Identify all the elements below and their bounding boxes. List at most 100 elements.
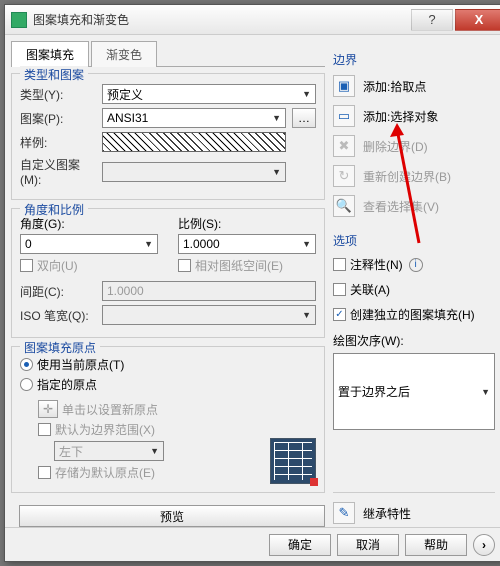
help-button[interactable]: ? bbox=[411, 9, 453, 31]
btn-add-pick-label: 添加:拾取点 bbox=[363, 78, 426, 95]
inherit-icon: ✎ bbox=[333, 502, 355, 524]
click-new-label: 单击以设置新原点 bbox=[62, 401, 158, 418]
label-spacing: 间距(C): bbox=[20, 283, 96, 300]
btn-add-select-label: 添加:选择对象 bbox=[363, 108, 438, 125]
preview-button[interactable]: 预览 bbox=[19, 505, 325, 527]
group-title: 类型和图案 bbox=[20, 66, 88, 83]
combo-angle[interactable]: 0▼ bbox=[20, 234, 158, 254]
btn-inherit[interactable]: ✎ 继承特性 bbox=[333, 499, 495, 527]
help-button-footer[interactable]: 帮助 bbox=[405, 534, 467, 556]
label-custom: 自定义图案(M): bbox=[20, 156, 96, 187]
cancel-button-label: 取消 bbox=[356, 536, 380, 553]
chevron-down-icon: ▼ bbox=[272, 167, 281, 177]
check-relative-label: 相对图纸空间(E) bbox=[195, 257, 283, 274]
chevron-down-icon: ▼ bbox=[481, 387, 490, 397]
tab-gradient[interactable]: 渐变色 bbox=[91, 41, 157, 67]
check-double-label: 双向(U) bbox=[37, 257, 78, 274]
label-iso-pen: ISO 笔宽(Q): bbox=[20, 307, 96, 324]
pick-point-icon: ▣ bbox=[333, 75, 355, 97]
check-assoc[interactable]: 关联(A) bbox=[333, 281, 495, 298]
ok-button-label: 确定 bbox=[288, 536, 312, 553]
check-double[interactable]: 双向(U) bbox=[20, 257, 158, 274]
check-separate[interactable]: ✓创建独立的图案填充(H) bbox=[333, 306, 495, 323]
preview-button-label: 预览 bbox=[160, 508, 184, 525]
recreate-boundary-icon: ↻ bbox=[333, 165, 355, 187]
expand-button[interactable]: › bbox=[473, 534, 495, 556]
ok-button[interactable]: 确定 bbox=[269, 534, 331, 556]
label-draw-order: 绘图次序(W): bbox=[333, 332, 495, 349]
check-separate-label: 创建独立的图案填充(H) bbox=[350, 306, 475, 323]
chevron-right-icon: › bbox=[482, 538, 486, 552]
btn-add-pick[interactable]: ▣ 添加:拾取点 bbox=[333, 72, 495, 100]
combo-type-value: 预定义 bbox=[107, 86, 143, 103]
btn-click-new-origin: ✛单击以设置新原点 bbox=[38, 400, 260, 418]
combo-scale[interactable]: 1.0000 ▼ bbox=[178, 234, 316, 254]
tab-strip: 图案填充 渐变色 bbox=[11, 41, 325, 67]
label-pattern: 图案(P): bbox=[20, 110, 96, 127]
info-icon[interactable]: i bbox=[409, 258, 423, 272]
btn-remove-boundary: ✖ 删除边界(D) bbox=[333, 132, 495, 160]
title-bar: 图案填充和渐变色 ? X bbox=[5, 5, 500, 35]
crosshair-icon: ✛ bbox=[38, 400, 58, 418]
group-title: 角度和比例 bbox=[20, 201, 88, 218]
group-type-pattern: 类型和图案 类型(Y): 预定义▼ 图案(P): ANSI31▼ … 样例: 自… bbox=[11, 73, 325, 200]
check-assoc-label: 关联(A) bbox=[350, 281, 390, 298]
remove-boundary-icon: ✖ bbox=[333, 135, 355, 157]
btn-recreate-label: 重新创建边界(B) bbox=[363, 168, 451, 185]
btn-recreate-boundary: ↻ 重新创建边界(B) bbox=[333, 162, 495, 190]
chevron-down-icon: ▼ bbox=[302, 89, 311, 99]
window-title: 图案填充和渐变色 bbox=[33, 11, 409, 28]
tab-hatch[interactable]: 图案填充 bbox=[11, 41, 89, 67]
combo-origin-pos: 左下 ▼ bbox=[54, 441, 164, 461]
chevron-down-icon: ▼ bbox=[302, 239, 311, 249]
boundary-title: 边界 bbox=[333, 51, 495, 68]
combo-type[interactable]: 预定义 ▼ bbox=[102, 84, 316, 104]
app-icon bbox=[11, 12, 27, 28]
sample-swatch[interactable] bbox=[102, 132, 286, 152]
btn-remove-label: 删除边界(D) bbox=[363, 138, 428, 155]
dialog-footer: 确定 取消 帮助 › bbox=[5, 527, 500, 561]
combo-iso-pen: ▼ bbox=[102, 305, 316, 325]
chevron-down-icon: ▼ bbox=[150, 446, 159, 456]
radio-specified-label: 指定的原点 bbox=[37, 376, 97, 393]
btn-viewsel-label: 查看选择集(V) bbox=[363, 198, 439, 215]
radio-use-current[interactable]: 使用当前原点(T) bbox=[20, 356, 316, 373]
check-store-default: 存储为默认原点(E) bbox=[38, 464, 260, 481]
combo-origin-pos-value: 左下 bbox=[59, 443, 83, 460]
help-button-label: 帮助 bbox=[424, 536, 448, 553]
combo-custom: ▼ bbox=[102, 162, 286, 182]
btn-inherit-label: 继承特性 bbox=[363, 505, 411, 522]
options-title: 选项 bbox=[333, 232, 495, 249]
close-button[interactable]: X bbox=[455, 9, 500, 31]
combo-draw-order-value: 置于边界之后 bbox=[338, 383, 410, 400]
btn-add-select[interactable]: ▭ 添加:选择对象 bbox=[333, 102, 495, 130]
dialog-window: 图案填充和渐变色 ? X 图案填充 渐变色 类型和图案 类型(Y): 预定义▼ … bbox=[4, 4, 500, 562]
combo-angle-value: 0 bbox=[25, 237, 32, 251]
chevron-down-icon: ▼ bbox=[302, 310, 311, 320]
input-spacing: 1.0000 bbox=[102, 281, 316, 301]
check-default-extent-label: 默认为边界范围(X) bbox=[55, 421, 155, 438]
label-scale: 比例(S): bbox=[178, 215, 316, 232]
pattern-browse-button[interactable]: … bbox=[292, 108, 316, 128]
left-panel: 图案填充 渐变色 类型和图案 类型(Y): 预定义▼ 图案(P): ANSI31… bbox=[11, 41, 325, 527]
check-annotative[interactable]: 注释性(N) i bbox=[333, 256, 495, 273]
view-selection-icon: 🔍 bbox=[333, 195, 355, 217]
check-annotative-label: 注释性(N) bbox=[350, 256, 403, 273]
group-origin: 图案填充原点 使用当前原点(T) 指定的原点 ✛单击以设置新原点 默认为边界范围… bbox=[11, 346, 325, 493]
combo-scale-value: 1.0000 bbox=[183, 237, 220, 251]
check-relative[interactable]: 相对图纸空间(E) bbox=[178, 257, 316, 274]
combo-draw-order[interactable]: 置于边界之后 ▼ bbox=[333, 353, 495, 430]
radio-use-current-label: 使用当前原点(T) bbox=[37, 356, 124, 373]
origin-preview-icon bbox=[270, 438, 316, 484]
check-store-default-label: 存储为默认原点(E) bbox=[55, 464, 155, 481]
chevron-down-icon: ▼ bbox=[144, 239, 153, 249]
right-panel: 边界 ▣添加:拾取点 ▭添加:选择对象 ✖删除边界(D) ↻重新创建边界(B) … bbox=[329, 41, 497, 527]
select-object-icon: ▭ bbox=[333, 105, 355, 127]
check-default-extent: 默认为边界范围(X) bbox=[38, 421, 260, 438]
combo-pattern[interactable]: ANSI31▼ bbox=[102, 108, 286, 128]
radio-specified[interactable]: 指定的原点 bbox=[20, 376, 316, 393]
group-angle-scale: 角度和比例 角度(G): 0▼ 双向(U) 比例(S): 1.0000▼ 相对图… bbox=[11, 208, 325, 338]
group-title: 图案填充原点 bbox=[20, 339, 100, 356]
cancel-button[interactable]: 取消 bbox=[337, 534, 399, 556]
chevron-down-icon: ▼ bbox=[272, 113, 281, 123]
